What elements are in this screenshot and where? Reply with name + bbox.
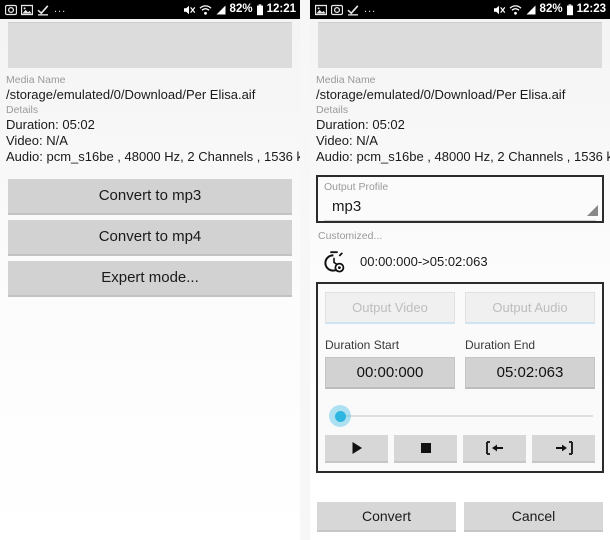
right-status-notification-icons: ... <box>315 4 493 16</box>
right-media-info: Media Name /storage/emulated/0/Download/… <box>310 68 610 165</box>
volume-mute-icon <box>493 5 505 14</box>
convert-to-mp4-button[interactable]: Convert to mp4 <box>8 220 292 256</box>
set-end-marker-button[interactable] <box>532 435 595 463</box>
duration-start-label: Duration Start <box>325 338 400 352</box>
volume-mute-icon <box>183 5 195 14</box>
chevron-down-icon <box>587 205 598 216</box>
output-profile-value: mp3 <box>324 194 596 221</box>
media-audio-value: Audio: pcm_s16be , 48000 Hz, 2 Channels … <box>6 149 300 164</box>
download-complete-icon <box>37 4 49 15</box>
media-video-value: Video: N/A <box>316 133 378 148</box>
right-phone-screen: ... 82% 12:23 Media Name /storage/emulat… <box>305 0 610 540</box>
trim-panel: Output Video Output Audio Duration Start… <box>316 282 604 473</box>
seek-slider-track <box>339 415 593 417</box>
media-name-label: Media Name <box>6 74 66 86</box>
wifi-icon <box>199 4 212 15</box>
image-icon <box>315 4 327 15</box>
set-start-marker-button[interactable] <box>463 435 526 463</box>
duration-end-label: Duration End <box>465 338 536 352</box>
media-name-value: /storage/emulated/0/Download/Per Elisa.a… <box>316 87 566 102</box>
right-status-bar: ... 82% 12:23 <box>310 0 610 19</box>
customized-label: Customized... <box>318 230 383 242</box>
left-status-bar: ... 82% 12:21 <box>0 0 300 19</box>
left-action-buttons: Convert to mp3 Convert to mp4 Expert mod… <box>0 165 300 302</box>
status-overflow-dots: ... <box>364 3 377 15</box>
battery-icon <box>566 3 573 15</box>
dialog-footer: Convert Cancel <box>310 494 610 540</box>
right-empty-space <box>310 473 610 494</box>
left-content: Media Name /storage/emulated/0/Download/… <box>0 19 300 540</box>
media-name-label: Media Name <box>316 74 376 86</box>
left-media-info: Media Name /storage/emulated/0/Download/… <box>0 68 300 165</box>
trim-summary-text: 00:00:000->05:02:063 <box>360 254 488 269</box>
media-duration-value: Duration: 05:02 <box>316 117 405 132</box>
cancel-button[interactable]: Cancel <box>464 502 603 532</box>
ad-banner-placeholder[interactable] <box>318 22 602 68</box>
download-complete-icon <box>347 4 359 15</box>
battery-percent-label: 82% <box>229 3 253 15</box>
stream-toggle-row: Output Video Output Audio <box>325 292 595 324</box>
dual-screenshot-container: ... 82% 12:21 Media Name /storage/emulat… <box>0 0 610 540</box>
output-audio-button[interactable]: Output Audio <box>465 292 595 324</box>
signal-icon <box>526 5 536 14</box>
stop-icon <box>420 443 431 453</box>
status-overflow-dots: ... <box>54 3 67 15</box>
clock-label: 12:21 <box>266 3 296 15</box>
convert-button[interactable]: Convert <box>317 502 456 532</box>
clock-label: 12:23 <box>576 3 606 15</box>
playback-seek-slider[interactable] <box>325 401 595 431</box>
stopwatch-icon <box>324 251 345 273</box>
duration-fields-row: 00:00:000 05:02:063 <box>325 353 595 389</box>
image-icon <box>21 4 33 15</box>
wifi-icon <box>509 4 522 15</box>
signal-icon <box>216 5 226 14</box>
play-icon <box>352 442 362 454</box>
right-content: Media Name /storage/emulated/0/Download/… <box>310 19 610 494</box>
ad-banner-placeholder[interactable] <box>8 22 292 68</box>
output-profile-spinner[interactable]: Output Profile mp3 <box>316 175 604 223</box>
left-phone-screen: ... 82% 12:21 Media Name /storage/emulat… <box>0 0 305 540</box>
left-empty-space <box>0 302 300 540</box>
camera-icon <box>331 4 343 15</box>
media-name-value: /storage/emulated/0/Download/Per Elisa.a… <box>6 87 256 102</box>
details-label: Details <box>6 104 39 116</box>
duration-labels-row: Duration Start Duration End <box>325 324 595 353</box>
details-label: Details <box>316 104 349 116</box>
seek-slider-thumb[interactable] <box>329 405 351 427</box>
arrow-to-end-icon <box>555 441 573 455</box>
output-video-button[interactable]: Output Video <box>325 292 455 324</box>
left-status-notification-icons: ... <box>5 4 183 16</box>
play-button[interactable] <box>325 435 388 463</box>
output-profile-section: Output Profile mp3 <box>310 165 610 223</box>
camera-icon <box>5 4 17 15</box>
media-audio-value: Audio: pcm_s16be , 48000 Hz, 2 Channels … <box>316 149 610 164</box>
battery-icon <box>256 3 263 15</box>
convert-to-mp3-button[interactable]: Convert to mp3 <box>8 179 292 215</box>
duration-end-field[interactable]: 05:02:063 <box>465 357 595 389</box>
left-status-system-icons: 82% 12:21 <box>183 3 296 16</box>
duration-start-field[interactable]: 00:00:000 <box>325 357 455 389</box>
media-duration-value: Duration: 05:02 <box>6 117 95 132</box>
arrow-to-start-icon <box>485 441 503 455</box>
trim-summary-row[interactable]: 00:00:000->05:02:063 <box>310 243 610 274</box>
expert-mode-button[interactable]: Expert mode... <box>8 261 292 297</box>
stop-button[interactable] <box>394 435 457 463</box>
media-video-value: Video: N/A <box>6 133 68 148</box>
battery-percent-label: 82% <box>539 3 563 15</box>
output-profile-label: Output Profile <box>324 181 389 193</box>
right-status-system-icons: 82% 12:23 <box>493 3 606 16</box>
transport-controls <box>325 431 595 463</box>
